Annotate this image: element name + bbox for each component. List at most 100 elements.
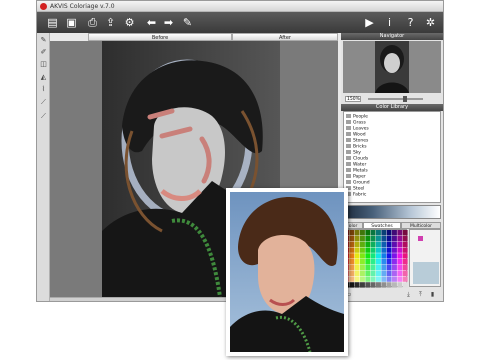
swatch-cell[interactable] (392, 247, 397, 253)
swatch-cell[interactable] (370, 230, 376, 236)
swatch-cell[interactable] (402, 276, 408, 282)
swatch-cell[interactable] (354, 282, 360, 288)
preferences-icon[interactable]: ⚙ (122, 15, 137, 30)
swatch-cell[interactable] (365, 235, 371, 242)
swatch-cell[interactable] (402, 282, 408, 288)
swatch-cell[interactable] (370, 253, 376, 259)
pencil-tool-icon[interactable]: ✎ (39, 36, 48, 45)
swatch-cell[interactable] (365, 247, 371, 253)
swatch-cell[interactable] (376, 247, 381, 253)
swatch-cell[interactable] (381, 235, 387, 242)
redo-icon[interactable]: ➡ (161, 15, 176, 30)
swatch-cell[interactable] (392, 270, 397, 276)
swatch-cell[interactable] (376, 235, 381, 242)
swatch-cell[interactable] (365, 230, 371, 236)
swatch-cell[interactable] (386, 230, 392, 236)
delete-icon[interactable]: ▮ (429, 291, 436, 298)
eraser-tool-icon[interactable]: ◫ (39, 60, 48, 69)
swatch-cell[interactable] (349, 264, 355, 271)
swatch-cell[interactable] (349, 241, 355, 247)
undo-icon[interactable]: ⬅ (144, 15, 159, 30)
swatch-cell[interactable] (370, 270, 376, 276)
swatch-cell[interactable] (365, 276, 371, 282)
swatch-cell[interactable] (381, 253, 387, 259)
swatch-cell[interactable] (370, 235, 376, 242)
swatch-cell[interactable] (360, 253, 365, 259)
tab-swatches[interactable]: Swatches (363, 222, 401, 229)
swatch-cell[interactable] (381, 276, 387, 282)
swatch-cell[interactable] (397, 230, 403, 236)
bucket-tool-icon[interactable]: ◭ (39, 73, 48, 82)
swatch-cell[interactable] (365, 253, 371, 259)
swatch-cell[interactable] (349, 276, 355, 282)
save-icon[interactable]: ▣ (64, 15, 79, 30)
hand-tool-icon[interactable]: ⟋ (39, 112, 48, 121)
swatch-cell[interactable] (354, 241, 360, 247)
swatch-cell[interactable] (360, 282, 365, 288)
swatch-cell[interactable] (402, 253, 408, 259)
swatch-cell[interactable] (365, 241, 371, 247)
swatch-cell[interactable] (360, 259, 365, 265)
swatch-cell[interactable] (370, 264, 376, 271)
swatch-cell[interactable] (397, 276, 403, 282)
swatch-cell[interactable] (376, 259, 381, 265)
swatch-cell[interactable] (381, 247, 387, 253)
swatch-cell[interactable] (376, 270, 381, 276)
swatch-cell[interactable] (360, 276, 365, 282)
swatch-cell[interactable] (370, 241, 376, 247)
swatch-cell[interactable] (386, 241, 392, 247)
swatch-cells[interactable] (344, 230, 408, 288)
swatch-cell[interactable] (397, 264, 403, 271)
swatch-cell[interactable] (381, 230, 387, 236)
swatch-cell[interactable] (402, 235, 408, 242)
print-icon[interactable]: ⎙ (85, 15, 100, 30)
swatch-cell[interactable] (365, 270, 371, 276)
swatch-cell[interactable] (349, 259, 355, 265)
swatch-cell[interactable] (392, 282, 397, 288)
swatch-cell[interactable] (392, 264, 397, 271)
swatch-cell[interactable] (381, 241, 387, 247)
keep-color-pencil-icon[interactable]: ✐ (39, 48, 48, 57)
swatch-cell[interactable] (376, 253, 381, 259)
swatch-cell[interactable] (386, 259, 392, 265)
swatch-cell[interactable] (381, 259, 387, 265)
swatch-cell[interactable] (354, 270, 360, 276)
run-icon[interactable]: ▶ (362, 15, 377, 30)
swatch-cell[interactable] (376, 230, 381, 236)
share-icon[interactable]: ⇪ (103, 15, 118, 30)
help-icon[interactable]: ? (403, 15, 418, 30)
swatch-cell[interactable] (376, 241, 381, 247)
swatch-cell[interactable] (349, 247, 355, 253)
swatch-cell[interactable] (349, 230, 355, 236)
swatch-cell[interactable] (402, 230, 408, 236)
swatch-cell[interactable] (397, 241, 403, 247)
swatch-cell[interactable] (360, 270, 365, 276)
swatch-cell[interactable] (354, 259, 360, 265)
tab-multicolor[interactable]: Multicolor (401, 222, 441, 229)
swatch-cell[interactable] (397, 259, 403, 265)
upload-icon[interactable]: ⤒ (417, 291, 424, 298)
swatch-cell[interactable] (381, 264, 387, 271)
swatch-cell[interactable] (349, 282, 355, 288)
swatch-cell[interactable] (365, 264, 371, 271)
swatch-cell[interactable] (381, 270, 387, 276)
swatch-cell[interactable] (397, 247, 403, 253)
zoom-value-field[interactable]: 150% (345, 96, 361, 102)
swatch-cell[interactable] (397, 282, 403, 288)
swatch-cell[interactable] (360, 264, 365, 271)
library-item[interactable]: Fabric (346, 192, 366, 198)
swatch-cell[interactable] (386, 253, 392, 259)
swatch-cell[interactable] (392, 253, 397, 259)
swatch-cell[interactable] (397, 235, 403, 242)
settings-icon[interactable]: ✲ (423, 15, 438, 30)
swatch-grid[interactable] (343, 229, 408, 288)
selected-color-swatch[interactable] (418, 236, 423, 241)
swatch-cell[interactable] (354, 235, 360, 242)
swatch-cell[interactable] (349, 235, 355, 242)
swatch-cell[interactable] (402, 270, 408, 276)
swatch-cell[interactable] (376, 276, 381, 282)
swatch-cell[interactable] (386, 270, 392, 276)
brush-settings-icon[interactable]: ✎ (180, 15, 195, 30)
tab-after[interactable]: After (232, 33, 338, 41)
swatch-cell[interactable] (354, 230, 360, 236)
